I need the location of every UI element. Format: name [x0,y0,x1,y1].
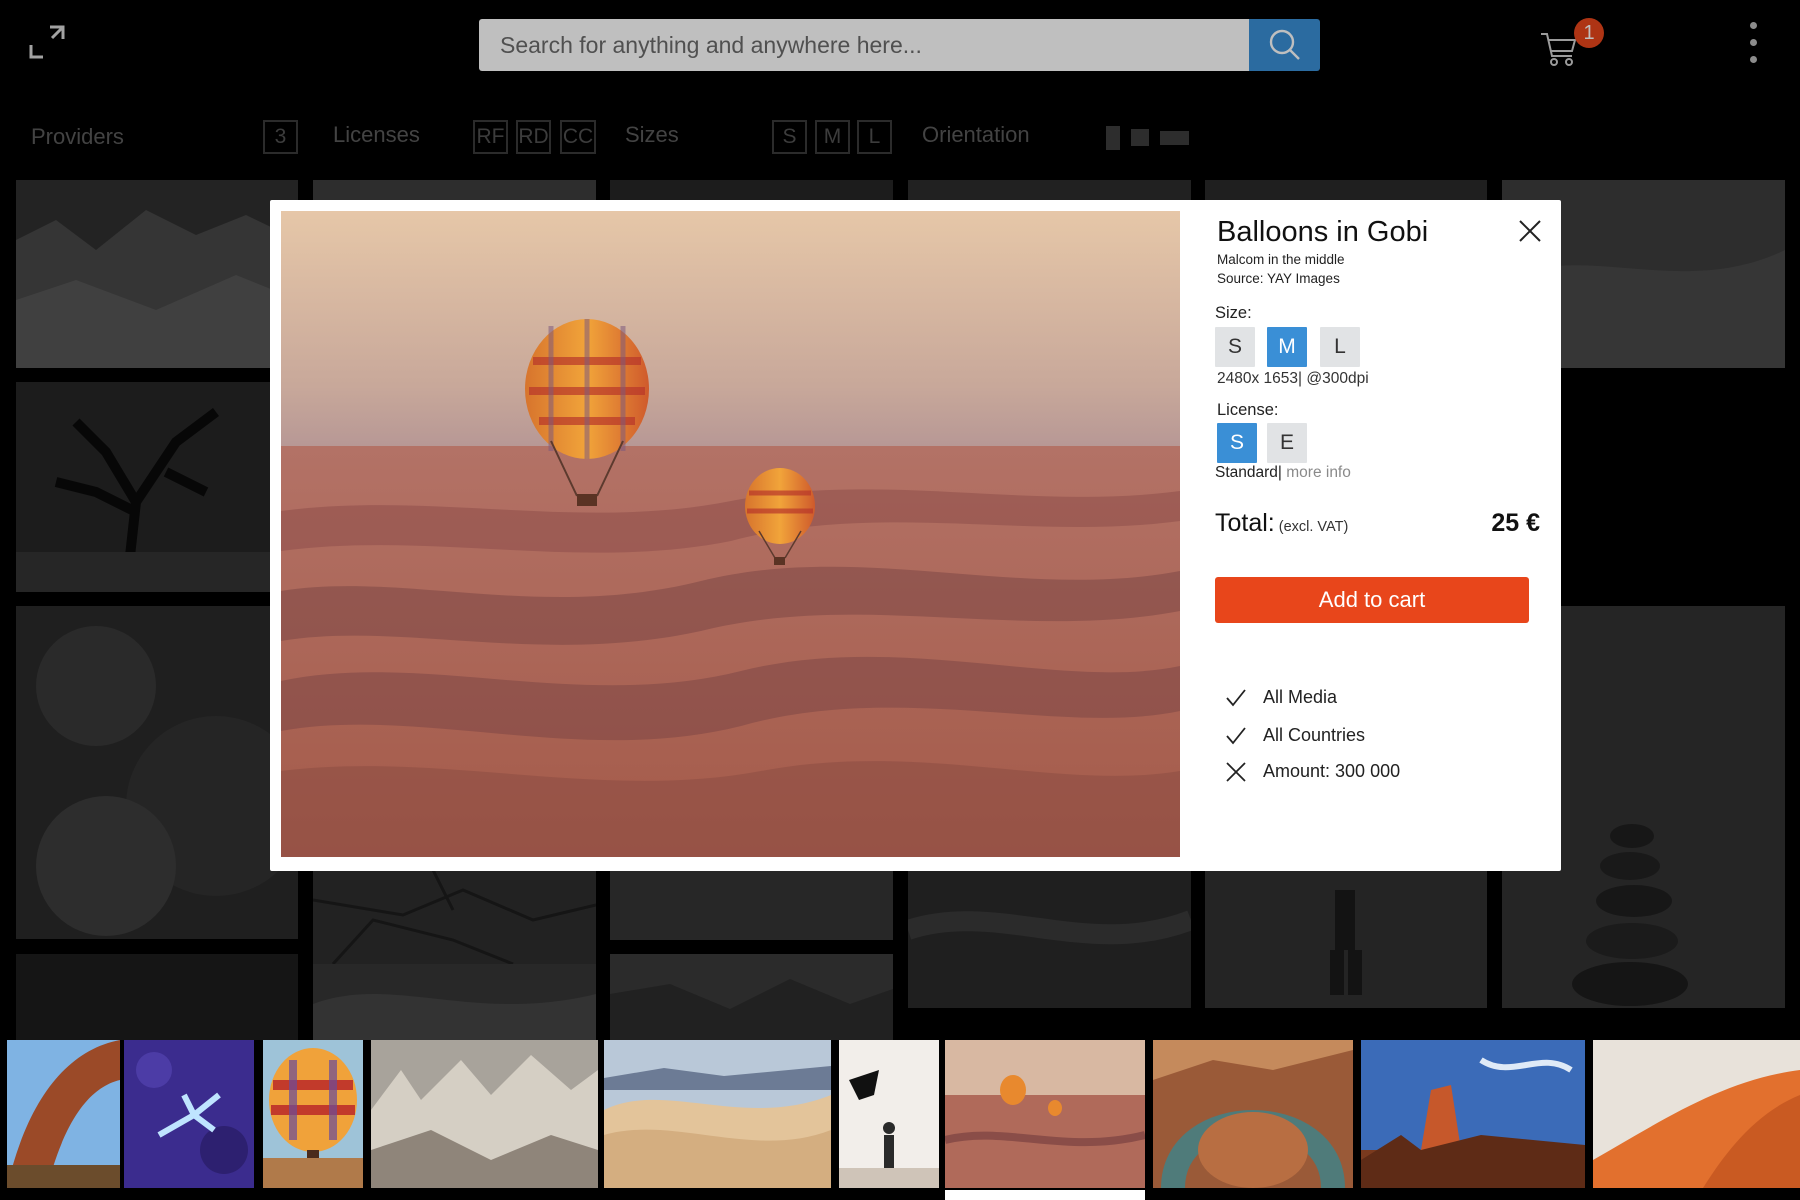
total-vat-note: (excl. VAT) [1278,519,1349,535]
filmstrip-thumbnail[interactable] [604,1040,831,1188]
close-icon[interactable] [1517,218,1543,244]
license-label: License: [1217,401,1279,419]
total-label-group: Total: (excl. VAT) [1215,509,1348,538]
total-price: 25 € [1491,509,1540,537]
filmstrip-thumbnail[interactable] [263,1040,363,1188]
image-title: Balloons in Gobi [1217,216,1429,248]
filmstrip-thumbnail[interactable] [124,1040,254,1188]
filmstrip-thumbnail-active[interactable] [945,1040,1145,1188]
filmstrip-thumbnail[interactable] [839,1040,939,1188]
feature-text: All Countries [1263,725,1366,745]
license-option-extended[interactable]: E [1267,423,1307,463]
license-info: Standard| more info [1215,464,1351,482]
image-source: Source: YAY Images [1217,271,1340,286]
license-option-standard[interactable]: S [1217,423,1257,463]
filmstrip [0,1040,1800,1200]
cross-icon [1226,762,1246,782]
preview-image [281,211,1180,857]
size-option-m[interactable]: M [1267,327,1307,367]
license-more-info-link[interactable]: more info [1286,464,1351,481]
filmstrip-thumbnail[interactable] [1153,1040,1353,1188]
license-name: Standard| [1215,464,1282,481]
size-option-l[interactable]: L [1320,327,1360,367]
filmstrip-thumbnail[interactable] [7,1040,120,1188]
size-label: Size: [1215,304,1252,322]
add-to-cart-button[interactable]: Add to cart [1215,577,1529,623]
image-detail-modal: Balloons in Gobi Malcom in the middle So… [270,200,1561,871]
check-icon [1226,727,1246,745]
active-thumbnail-indicator [945,1190,1145,1200]
feature-text: All Media [1263,687,1338,707]
filmstrip-thumbnail[interactable] [1361,1040,1585,1188]
filmstrip-thumbnail[interactable] [371,1040,598,1188]
image-author: Malcom in the middle [1217,252,1345,267]
filmstrip-thumbnail[interactable] [1593,1040,1800,1188]
feature-text: Amount: 300 000 [1263,761,1401,781]
size-spec: 2480x 1653| @300dpi [1217,370,1369,387]
check-icon [1226,689,1246,707]
total-label: Total: [1215,509,1275,537]
size-option-s[interactable]: S [1215,327,1255,367]
